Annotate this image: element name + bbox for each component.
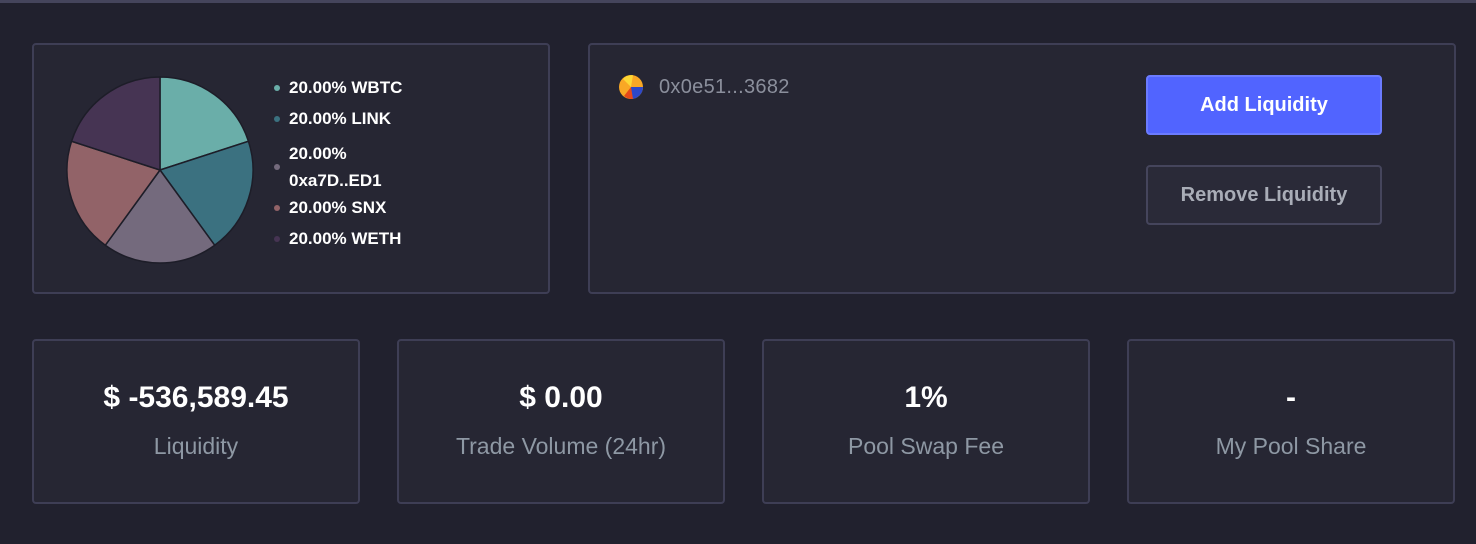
legend-dot [274, 85, 280, 91]
remove-liquidity-button[interactable]: Remove Liquidity [1146, 165, 1382, 225]
legend-item-weth: 20.00% WETH [274, 229, 409, 249]
legend-dot [274, 164, 280, 170]
stat-card-swap-fee: 1% Pool Swap Fee [762, 339, 1090, 504]
stat-label: Liquidity [153, 433, 239, 459]
pool-pie-chart [66, 76, 254, 264]
pie-legend: 20.00% WBTC 20.00% LINK 20.00% 0xa7D..ED… [274, 78, 409, 260]
pool-composition-panel: 20.00% WBTC 20.00% LINK 20.00% 0xa7D..ED… [32, 43, 550, 294]
stat-value: 1% [904, 381, 948, 414]
legend-item-snx: 20.00% SNX [274, 198, 409, 218]
stat-label: Pool Swap Fee [848, 433, 1004, 459]
legend-item-link: 20.00% LINK [274, 109, 409, 129]
stat-value: $ 0.00 [519, 381, 603, 414]
legend-label: 20.00% WBTC [289, 78, 403, 97]
legend-label: 20.00% SNX [289, 198, 387, 217]
legend-dot [274, 236, 280, 242]
legend-label: 20.00% 0xa7D..ED1 [289, 144, 382, 190]
legend-dot [274, 205, 280, 211]
pool-address[interactable]: 0x0e51...3682 [619, 75, 790, 99]
stat-label: My Pool Share [1215, 433, 1367, 459]
pool-avatar-icon [619, 75, 643, 99]
legend-item-0xa7d: 20.00% 0xa7D..ED1 [274, 140, 409, 194]
legend-label: 20.00% WETH [289, 229, 402, 248]
pool-actions-panel: 0x0e51...3682 Add Liquidity Remove Liqui… [588, 43, 1456, 294]
stat-card-pool-share: - My Pool Share [1127, 339, 1455, 504]
stat-label: Trade Volume (24hr) [455, 433, 667, 459]
top-divider [0, 0, 1476, 3]
stat-value: - [1286, 381, 1296, 414]
stat-value: $ -536,589.45 [103, 381, 289, 414]
add-liquidity-button[interactable]: Add Liquidity [1146, 75, 1382, 135]
stat-card-trade-volume: $ 0.00 Trade Volume (24hr) [397, 339, 725, 504]
legend-item-wbtc: 20.00% WBTC [274, 78, 409, 98]
legend-dot [274, 116, 280, 122]
pool-address-text: 0x0e51...3682 [659, 75, 790, 98]
legend-label: 20.00% LINK [289, 109, 392, 128]
stat-card-liquidity: $ -536,589.45 Liquidity [32, 339, 360, 504]
